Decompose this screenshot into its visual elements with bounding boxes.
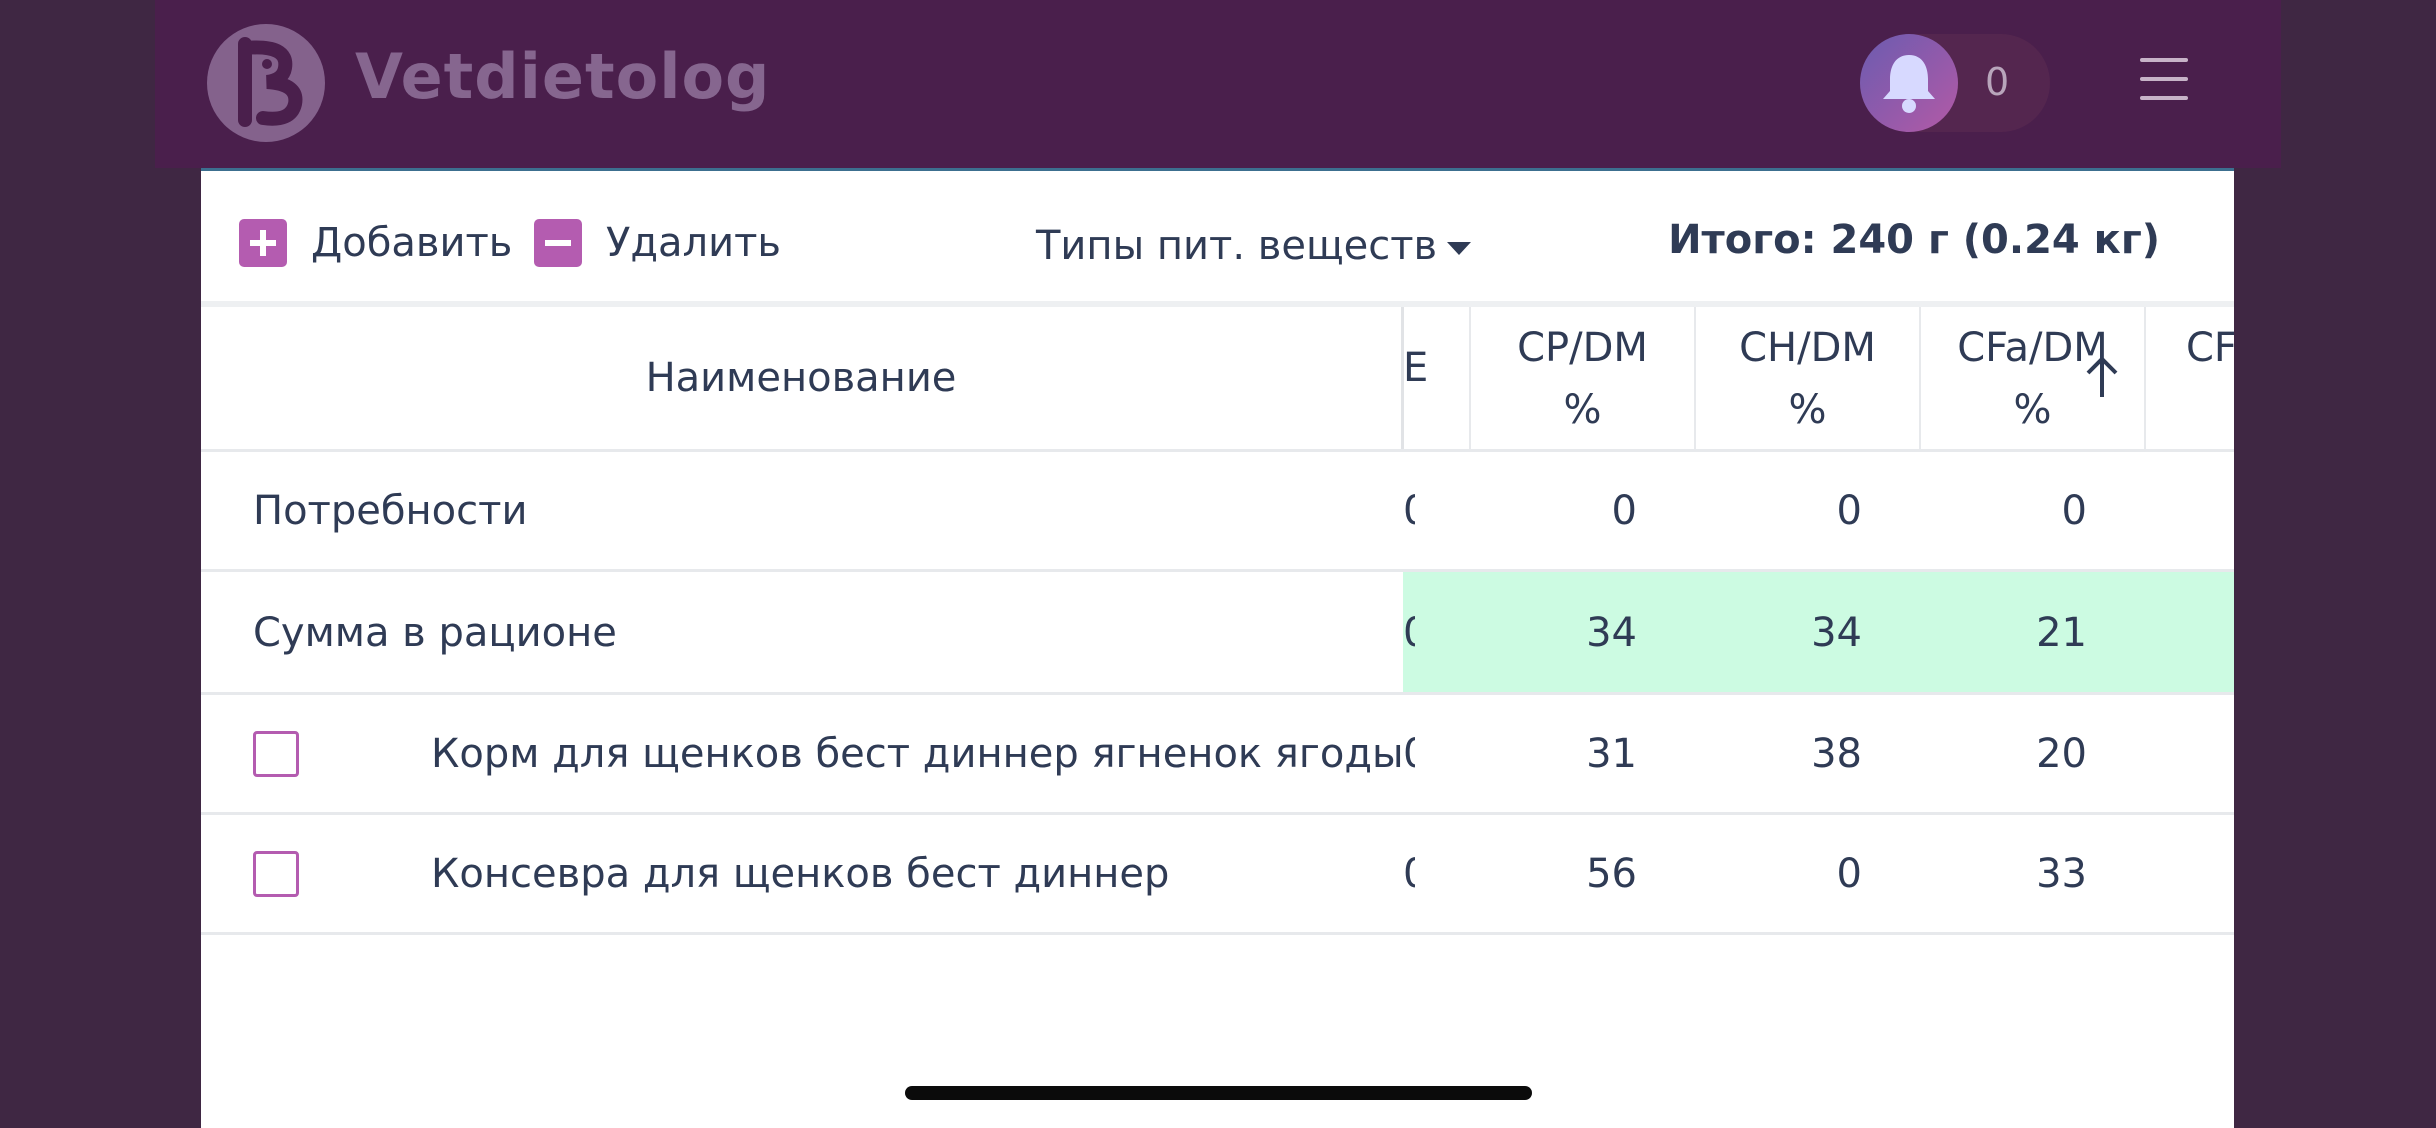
app-header: Vetdietolog 0	[155, 0, 2281, 168]
ch-dm-value: 0	[1836, 851, 1862, 897]
cp-dm-value: 56	[1586, 851, 1637, 897]
cp-dm-title: CP/DM	[1517, 325, 1648, 371]
plus-icon	[239, 219, 287, 267]
row-name: Корм для щенков бест диннер ягненок ягод…	[431, 731, 1404, 777]
row-name: Консевра для щенков бест диннер	[431, 851, 1170, 897]
caret-down-icon	[1447, 241, 1472, 255]
ch-dm-title: CH/DM	[1739, 325, 1876, 371]
delete-button[interactable]: Удалить	[534, 219, 781, 267]
row-checkbox[interactable]	[253, 731, 299, 777]
hamburger-menu-icon[interactable]	[2140, 58, 2188, 104]
bell-icon	[1860, 34, 1958, 132]
cp-dm-value: 31	[1586, 731, 1637, 777]
delete-label: Удалить	[606, 220, 781, 266]
cfa-dm-value: 0	[2061, 488, 2087, 534]
ch-dm-value: 34	[1811, 610, 1862, 656]
table-row-food[interactable]: Консевра для щенков бест диннер 0 56 0 3…	[201, 815, 2234, 935]
cfa-dm-value: 33	[2036, 851, 2087, 897]
row-partial-value: 0	[1403, 851, 1415, 897]
brand-name[interactable]: Vetdietolog	[355, 40, 770, 113]
column-header-cp-dm[interactable]: CP/DM %	[1469, 307, 1694, 449]
row-name: Потребности	[253, 488, 528, 534]
table-header: Наименование E CP/DM % CH/DM % CFa/DM % …	[201, 307, 2234, 452]
nutrient-types-label: Типы пит. веществ	[1036, 223, 1438, 269]
minus-icon	[534, 219, 582, 267]
row-partial-value: 0	[1403, 610, 1415, 656]
column-header-name[interactable]: Наименование	[201, 307, 1404, 449]
table-row-requirements: Потребности 0 0 0 0	[201, 452, 2234, 572]
table-toolbar: Добавить Удалить Типы пит. веществ Итого…	[201, 171, 2234, 307]
cp-dm-value: 0	[1611, 488, 1637, 534]
row-partial-value: 0	[1403, 488, 1415, 534]
cfa-dm-value: 20	[2036, 731, 2087, 777]
total-weight: Итого: 240 г (0.24 кг)	[1668, 217, 2160, 263]
add-label: Добавить	[311, 220, 513, 266]
home-indicator[interactable]	[905, 1086, 1532, 1100]
column-header-partial-left[interactable]: E	[1403, 307, 1469, 449]
sort-ascending-icon[interactable]	[2084, 355, 2120, 399]
ch-dm-value: 38	[1811, 731, 1862, 777]
row-partial-value: 0	[1403, 731, 1415, 777]
logo-icon[interactable]	[207, 24, 325, 142]
column-header-cfa-dm[interactable]: CFa/DM %	[1919, 307, 2144, 449]
row-checkbox[interactable]	[253, 851, 299, 897]
partial-right-title: CF	[2186, 325, 2234, 371]
notifications-button[interactable]: 0	[1860, 34, 2050, 132]
cp-dm-unit: %	[1563, 387, 1602, 433]
column-header-ch-dm[interactable]: CH/DM %	[1694, 307, 1919, 449]
ch-dm-unit: %	[1788, 387, 1827, 433]
cp-dm-value: 34	[1586, 610, 1637, 656]
column-header-partial-right[interactable]: CF	[2144, 307, 2234, 449]
notifications-count: 0	[1985, 60, 2010, 104]
add-button[interactable]: Добавить	[239, 219, 512, 267]
table-row-food[interactable]: Корм для щенков бест диннер ягненок ягод…	[201, 695, 2234, 815]
cfa-dm-value: 21	[2036, 610, 2087, 656]
ch-dm-value: 0	[1836, 488, 1862, 534]
table-row-sum: Сумма в рационе 0 34 34 21	[201, 572, 2234, 695]
diet-panel: Добавить Удалить Типы пит. веществ Итого…	[201, 168, 2234, 1128]
row-name: Сумма в рационе	[253, 610, 617, 656]
nutrient-types-dropdown[interactable]: Типы пит. веществ	[1036, 223, 1472, 269]
